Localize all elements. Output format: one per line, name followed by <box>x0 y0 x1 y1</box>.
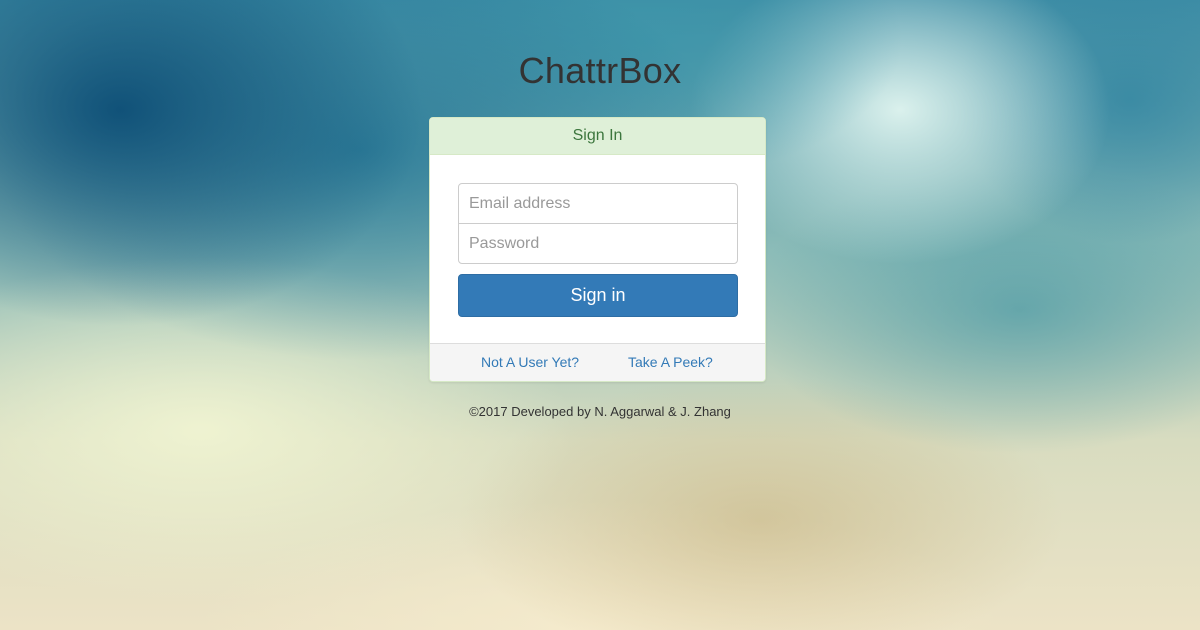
app-title: ChattrBox <box>518 50 682 91</box>
take-a-peek-link[interactable]: Take A Peek? <box>628 344 713 381</box>
copyright-text: ©2017 Developed by N. Aggarwal & J. Zhan… <box>469 404 731 419</box>
signin-panel-footer: Not A User Yet? Take A Peek? <box>430 343 765 381</box>
signin-form: Sign in <box>430 155 765 317</box>
password-field[interactable] <box>458 223 738 264</box>
signin-panel-heading: Sign In <box>430 118 765 155</box>
signin-button[interactable]: Sign in <box>458 274 738 317</box>
register-link[interactable]: Not A User Yet? <box>481 344 579 381</box>
email-field[interactable] <box>458 183 738 224</box>
signin-panel: Sign In Sign in Not A User Yet? Take A P… <box>429 117 766 382</box>
